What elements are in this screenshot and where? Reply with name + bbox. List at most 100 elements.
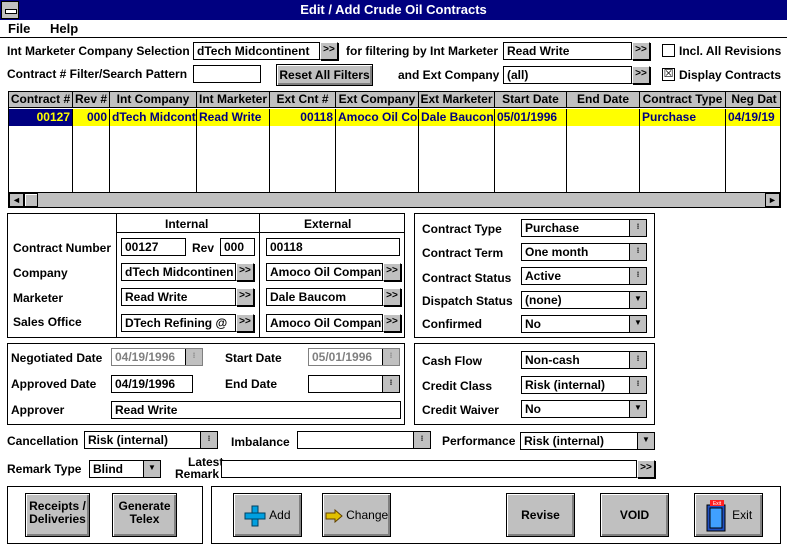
spin-icon[interactable]: ⁝ [629, 377, 646, 393]
grid-header-end-date[interactable]: End Date [567, 92, 640, 108]
grid-cell[interactable]: Purchase [640, 109, 726, 126]
spin-icon[interactable]: ⁝ [382, 349, 399, 365]
grid-cell[interactable]: 00118 [270, 109, 336, 126]
ext-company-lookup-button-2[interactable]: >> [383, 263, 401, 281]
grid-header-ext-cnt[interactable]: Ext Cnt # [270, 92, 336, 108]
int-marketer-company-field[interactable]: dTech Midcontinent [193, 42, 320, 60]
spin-icon[interactable]: ⁝ [413, 432, 430, 448]
int-marketer-field[interactable]: Read Write [121, 288, 236, 306]
contract-filter-input[interactable] [193, 65, 261, 83]
contracts-grid[interactable]: Contract # Rev # Int Company Int Markete… [8, 91, 781, 208]
spin-icon[interactable]: ⁝ [629, 244, 646, 260]
grid-cell[interactable]: Dale Baucon [419, 109, 495, 126]
remark-type-select[interactable]: Blind ▼ [89, 460, 161, 478]
grid-cell[interactable]: Read Write [197, 109, 270, 126]
negotiated-date-field[interactable]: 04/19/1996 ⁝ [111, 348, 203, 366]
grid-cell[interactable]: Amoco Oil Cor [336, 109, 419, 126]
start-date-field[interactable]: 05/01/1996 ⁝ [308, 348, 400, 366]
imbalance-select[interactable]: ⁝ [297, 431, 431, 449]
contract-status-select[interactable]: Active ⁝ [521, 267, 647, 285]
scroll-right-icon[interactable]: ► [765, 193, 780, 207]
cancellation-select[interactable]: Risk (internal) ⁝ [84, 431, 218, 449]
grid-horizontal-scrollbar[interactable]: ◄ ► [9, 192, 780, 207]
int-contract-number-field[interactable]: 00127 [121, 238, 186, 256]
ext-marketer-field[interactable]: Dale Baucom [266, 288, 383, 306]
window-title: Edit / Add Crude Oil Contracts [300, 2, 487, 17]
cash-flow-select[interactable]: Non-cash ⁝ [521, 351, 647, 369]
grid-header-ext-company[interactable]: Ext Company [336, 92, 419, 108]
dropdown-arrow-icon[interactable]: ▼ [629, 401, 646, 417]
change-button[interactable]: Change [322, 493, 391, 537]
ext-company-field[interactable]: Amoco Oil Company [266, 263, 383, 281]
int-sales-office-lookup-button[interactable]: >> [236, 314, 254, 332]
contract-type-select[interactable]: Purchase ⁝ [521, 219, 647, 237]
exit-button[interactable]: Exit Exit [694, 493, 763, 537]
reset-all-filters-button[interactable]: Reset All Filters [276, 64, 373, 86]
add-button[interactable]: Add [233, 493, 302, 537]
system-menu-icon[interactable] [1, 1, 19, 19]
end-date-field[interactable]: ⁝ [308, 375, 400, 393]
approver-field[interactable]: Read Write [111, 401, 401, 419]
ext-company-filter-field[interactable]: (all) [503, 66, 632, 84]
rev-field[interactable]: 000 [220, 238, 255, 256]
grid-cell[interactable] [567, 109, 640, 126]
grid-header-int-company[interactable]: Int Company [110, 92, 197, 108]
grid-header-start-date[interactable]: Start Date [495, 92, 567, 108]
int-marketer-lookup-button-2[interactable]: >> [236, 288, 254, 306]
table-row[interactable]: 00127 000 dTech Midcont Read Write 00118… [9, 109, 780, 126]
scroll-left-icon[interactable]: ◄ [9, 193, 24, 207]
spin-icon[interactable]: ⁝ [629, 268, 646, 284]
end-date-label: End Date [225, 377, 278, 391]
grid-header-ext-marketer[interactable]: Ext Marketer [419, 92, 495, 108]
spin-icon[interactable]: ⁝ [382, 376, 399, 392]
int-marketer-filter-field[interactable]: Read Write [503, 42, 632, 60]
ext-sales-office-field[interactable]: Amoco Oil Company [266, 314, 383, 332]
int-marketer-lookup-button[interactable]: >> [632, 42, 650, 60]
spin-icon[interactable]: ⁝ [629, 352, 646, 368]
credit-waiver-select[interactable]: No ▼ [521, 400, 647, 418]
int-marketer-company-lookup-button[interactable]: >> [320, 42, 338, 60]
ext-company-lookup-button[interactable]: >> [632, 66, 650, 84]
menu-file[interactable]: File [8, 21, 30, 36]
revise-button[interactable]: Revise [506, 493, 575, 537]
grid-cell[interactable]: 04/19/19 [726, 109, 780, 126]
generate-telex-button[interactable]: Generate Telex [112, 493, 177, 537]
menu-help[interactable]: Help [50, 21, 78, 36]
ext-marketer-lookup-button[interactable]: >> [383, 288, 401, 306]
spin-icon[interactable]: ⁝ [200, 432, 217, 448]
receipts-deliveries-button[interactable]: Receipts / Deliveries [25, 493, 90, 537]
dropdown-arrow-icon[interactable]: ▼ [637, 433, 654, 449]
dispatch-status-select[interactable]: (none) ▼ [521, 291, 647, 309]
dropdown-arrow-icon[interactable]: ▼ [629, 292, 646, 308]
incl-all-revisions-checkbox[interactable] [662, 44, 675, 57]
grid-header-neg-date[interactable]: Neg Dat [726, 92, 780, 108]
grid-header-int-marketer[interactable]: Int Marketer [197, 92, 270, 108]
grid-cell[interactable]: 000 [73, 109, 110, 126]
grid-header-rev[interactable]: Rev # [73, 92, 110, 108]
ext-sales-office-lookup-button[interactable]: >> [383, 314, 401, 332]
performance-select[interactable]: Risk (internal) ▼ [520, 432, 655, 450]
spin-icon[interactable]: ⁝ [185, 349, 202, 365]
grid-cell[interactable]: dTech Midcont [110, 109, 197, 126]
grid-cell[interactable]: 05/01/1996 [495, 109, 567, 126]
ext-contract-number-field[interactable]: 00118 [266, 238, 400, 256]
int-company-field[interactable]: dTech Midcontinen [121, 263, 236, 281]
int-company-lookup-button[interactable]: >> [236, 263, 254, 281]
grid-cell[interactable]: 00127 [9, 109, 73, 126]
void-button[interactable]: VOID [600, 493, 669, 537]
contract-term-select[interactable]: One month ⁝ [521, 243, 647, 261]
grid-column-line [110, 126, 197, 192]
confirmed-select[interactable]: No ▼ [521, 315, 647, 333]
credit-class-select[interactable]: Risk (internal) ⁝ [521, 376, 647, 394]
latest-remark-field[interactable] [221, 460, 637, 478]
latest-remark-lookup-button[interactable]: >> [637, 460, 655, 478]
scroll-thumb[interactable] [24, 193, 38, 207]
dropdown-arrow-icon[interactable]: ▼ [629, 316, 646, 332]
dropdown-arrow-icon[interactable]: ▼ [143, 461, 160, 477]
grid-header-contract[interactable]: Contract # [9, 92, 73, 108]
int-sales-office-field[interactable]: DTech Refining @ [121, 314, 236, 332]
spin-icon[interactable]: ⁝ [629, 220, 646, 236]
display-contracts-checkbox[interactable]: ☒ [662, 68, 675, 81]
approved-date-field[interactable]: 04/19/1996 [111, 375, 193, 393]
grid-header-contract-type[interactable]: Contract Type [640, 92, 726, 108]
